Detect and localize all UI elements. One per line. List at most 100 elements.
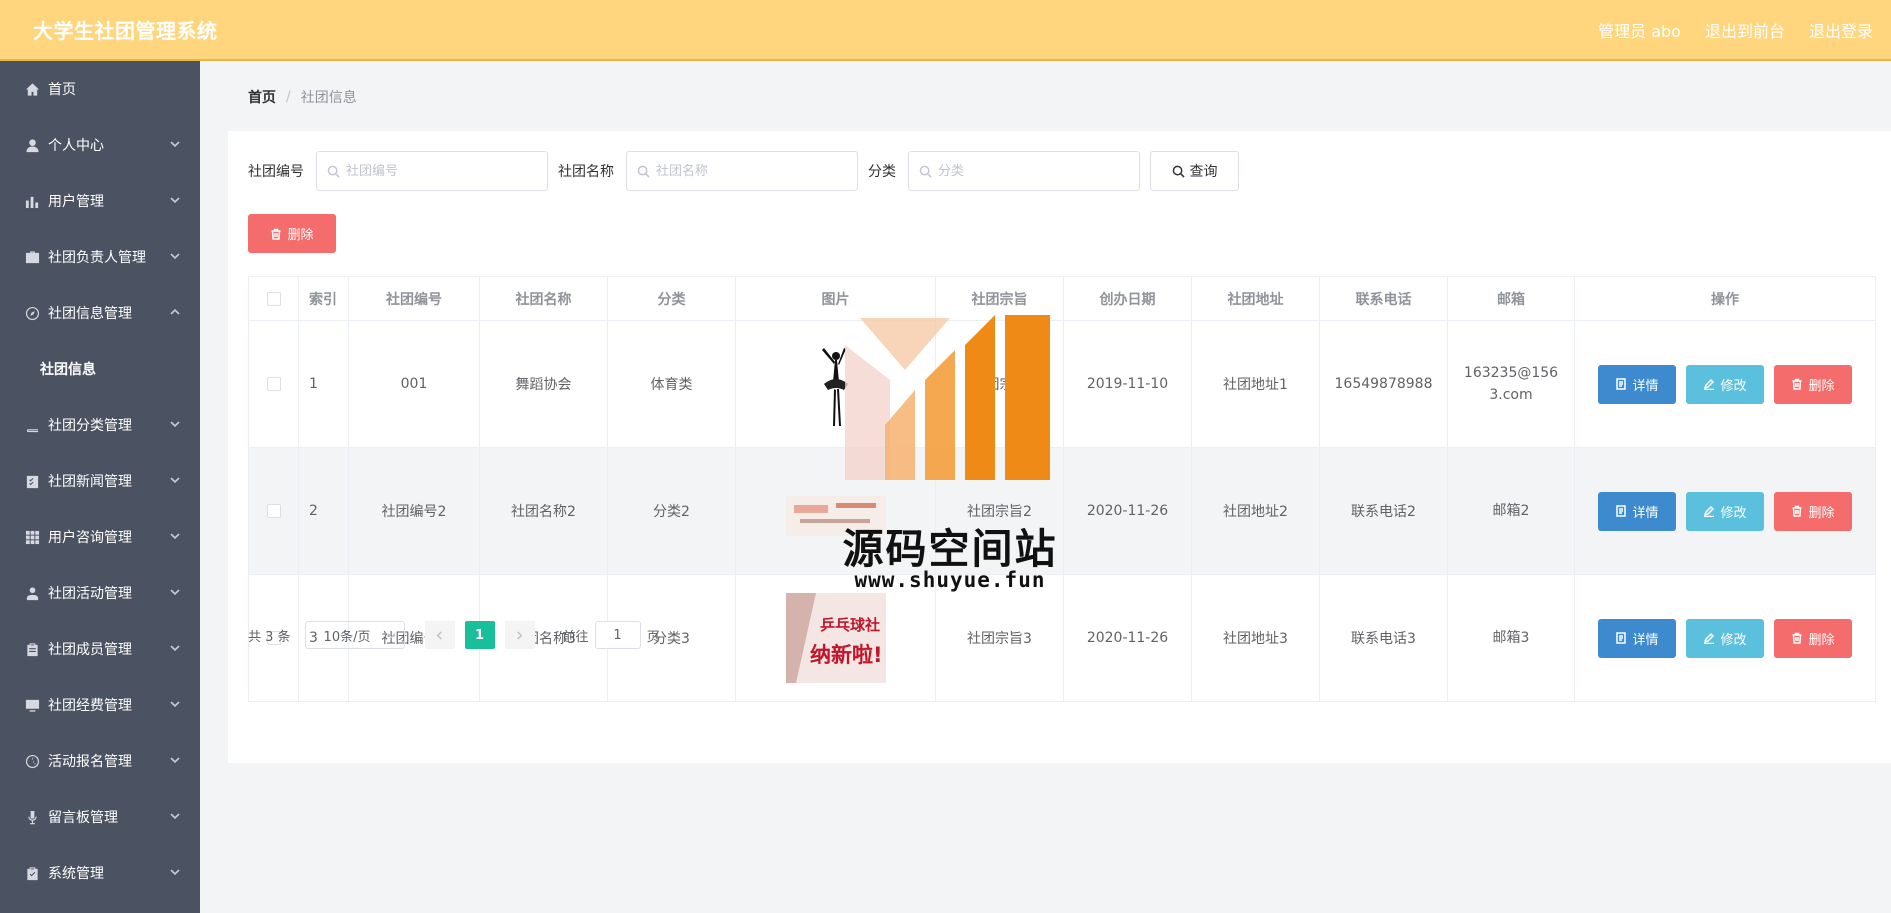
sidebar-item-activities[interactable]: 社团活动管理 <box>0 565 200 621</box>
row-date: 2019-11-10 <box>1063 320 1192 448</box>
club-name-input[interactable] <box>656 163 836 179</box>
club-code-input[interactable] <box>346 163 526 179</box>
compass-icon <box>24 305 40 321</box>
detail-button[interactable]: 详情 <box>1598 491 1676 531</box>
batch-delete-button[interactable]: 删除 <box>248 214 336 253</box>
sidebar-item-label: 留言板管理 <box>48 810 118 826</box>
row-index: 1 <box>298 320 349 448</box>
chevron-down-icon <box>170 753 180 769</box>
delete-button[interactable]: 删除 <box>1774 491 1852 531</box>
row-name: 社团名称2 <box>479 447 608 575</box>
detail-label: 详情 <box>1632 378 1659 394</box>
next-page-button[interactable] <box>504 621 535 649</box>
edit-label: 修改 <box>1720 632 1747 648</box>
sidebar-item-label: 社团经费管理 <box>48 698 132 714</box>
pagination-total: 共 3 条 <box>248 629 291 645</box>
sidebar-item-label: 社团分类管理 <box>48 418 132 434</box>
document-icon <box>1616 632 1627 644</box>
row-checkbox[interactable] <box>266 504 281 518</box>
sidebar-item-label: 系统管理 <box>48 866 104 882</box>
edit-button[interactable]: 修改 <box>1686 364 1764 404</box>
batch-delete-label: 删除 <box>287 228 314 243</box>
chevron-down-icon <box>170 193 180 209</box>
sidebar-item-leaders[interactable]: 社团负责人管理 <box>0 229 200 285</box>
header-actions: 管理员 abo 退出到前台 退出登录 <box>1598 18 1873 42</box>
sidebar-item-users[interactable]: 用户管理 <box>0 173 200 229</box>
prev-page-button[interactable] <box>424 621 455 649</box>
app-title: 大学生社团管理系统 <box>33 19 218 43</box>
sidebar-item-system[interactable]: 系统管理 <box>0 845 200 901</box>
row-actions: 详情 修改 删除 <box>1574 447 1876 575</box>
detail-button[interactable]: 详情 <box>1598 364 1676 404</box>
club-code-input-wrapper <box>316 151 548 191</box>
sidebar-item-members[interactable]: 社团成员管理 <box>0 621 200 677</box>
sidebar-item-label: 社团活动管理 <box>48 586 132 602</box>
document-icon <box>1616 378 1627 390</box>
detail-label: 详情 <box>1632 505 1659 521</box>
trash-icon <box>1792 378 1802 390</box>
row-email: 邮箱2 <box>1447 447 1575 575</box>
breadcrumb-home[interactable]: 首页 <box>248 87 276 107</box>
sidebar-item-news[interactable]: 社团新闻管理 <box>0 453 200 509</box>
monitor-icon <box>24 697 40 713</box>
category-input-wrapper <box>908 151 1140 191</box>
row-category: 分类2 <box>607 447 736 575</box>
edit-button[interactable]: 修改 <box>1686 491 1764 531</box>
header-email: 邮箱 <box>1447 276 1575 321</box>
clipboard-icon <box>24 641 40 657</box>
front-link[interactable]: 退出到前台 <box>1705 18 1785 42</box>
bar-chart-icon <box>24 193 40 209</box>
header-index: 索引 <box>298 276 349 321</box>
search-icon <box>1172 165 1185 178</box>
row-code: 社团编号2 <box>348 447 480 575</box>
book-icon <box>24 417 40 433</box>
page-number-active[interactable]: 1 <box>464 621 495 649</box>
page-size-select[interactable]: 10条/页 <box>304 621 405 649</box>
pagination: 共 3 条 10条/页 1 前往 页 <box>248 621 660 649</box>
row-date: 2020-11-26 <box>1063 574 1192 702</box>
club-code-label: 社团编号 <box>248 164 304 180</box>
chevron-down-icon <box>170 137 180 153</box>
chevron-down-icon <box>170 585 180 601</box>
header-actions: 操作 <box>1574 276 1876 321</box>
checklist-icon <box>24 473 40 489</box>
edit-button[interactable]: 修改 <box>1686 618 1764 658</box>
document-icon <box>1616 505 1627 517</box>
sidebar-subitem-club-info[interactable]: 社团信息 <box>0 341 200 397</box>
select-all-cell <box>248 276 299 321</box>
sidebar-item-label: 社团信息 <box>40 362 96 378</box>
logout-link[interactable]: 退出登录 <box>1809 18 1873 42</box>
sidebar-item-categories[interactable]: 社团分类管理 <box>0 397 200 453</box>
row-purpose: 社团宗旨 <box>935 320 1064 448</box>
sidebar-item-messages[interactable]: 留言板管理 <box>0 789 200 845</box>
goto-suffix: 页 <box>646 629 660 645</box>
breadcrumb: 首页 / 社团信息 <box>248 87 357 107</box>
chevron-up-icon <box>170 305 180 321</box>
edit-label: 修改 <box>1720 505 1747 521</box>
sidebar-item-club-info-mgmt[interactable]: 社团信息管理 <box>0 285 200 341</box>
header-purpose: 社团宗旨 <box>935 276 1064 321</box>
detail-button[interactable]: 详情 <box>1598 618 1676 658</box>
select-all-checkbox[interactable] <box>266 291 281 306</box>
sidebar-item-label: 社团信息管理 <box>48 306 132 322</box>
row-name: 舞蹈协会 <box>479 320 608 448</box>
delete-button[interactable]: 删除 <box>1774 364 1852 404</box>
search-icon <box>637 165 650 178</box>
sidebar-item-funds[interactable]: 社团经费管理 <box>0 677 200 733</box>
header-category: 分类 <box>607 276 736 321</box>
category-input[interactable] <box>938 163 1118 179</box>
header-phone: 联系电话 <box>1319 276 1448 321</box>
row-checkbox[interactable] <box>266 377 281 391</box>
sidebar-item-home[interactable]: 首页 <box>0 61 200 117</box>
query-button[interactable]: 查询 <box>1150 151 1239 191</box>
sidebar-item-consult[interactable]: 用户咨询管理 <box>0 509 200 565</box>
pencil-icon <box>1704 378 1715 390</box>
goto-page-input[interactable] <box>594 621 641 649</box>
sidebar-item-label: 用户咨询管理 <box>48 530 132 546</box>
delete-button[interactable]: 删除 <box>1774 618 1852 658</box>
row-address: 社团地址1 <box>1191 320 1320 448</box>
content-panel: 社团编号 社团名称 分类 查询 删除 <box>228 131 1891 763</box>
sidebar-item-signup[interactable]: 活动报名管理 <box>0 733 200 789</box>
pingpong-poster-image: 乒乓球社 纳新啦! <box>785 588 886 688</box>
sidebar-item-profile[interactable]: 个人中心 <box>0 117 200 173</box>
